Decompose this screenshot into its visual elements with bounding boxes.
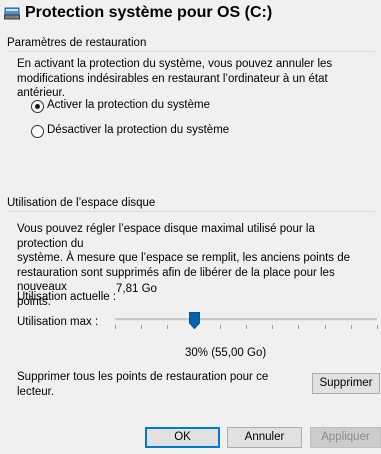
delete-points-text: Supprimer tous les points de restauratio…: [17, 370, 268, 399]
apply-button[interactable]: Appliquer: [310, 427, 381, 448]
disk-usage-divider: [7, 211, 375, 212]
radio-button-selected[interactable]: [31, 100, 44, 113]
delete-button[interactable]: Supprimer: [312, 373, 380, 394]
radio-disable-label[interactable]: Désactiver la protection du système: [47, 124, 229, 136]
slider-tick: [377, 325, 378, 329]
radio-dot: [35, 104, 40, 109]
slider-tick: [351, 325, 352, 329]
max-usage-label: Utilisation max :: [17, 316, 99, 328]
slider-tick: [167, 325, 168, 329]
disk-description-line-2: système. À mesure que l’espace se rempli…: [17, 252, 351, 264]
slider-tick: [325, 325, 326, 329]
slider-tick: [220, 325, 221, 329]
delete-text-line-1: Supprimer tous les points de restauratio…: [17, 371, 269, 383]
slider-thumb[interactable]: [189, 312, 200, 329]
current-usage-value: 7,81 Go: [116, 283, 157, 295]
slider-tick: [298, 325, 299, 329]
radio-button-unselected[interactable]: [31, 125, 44, 138]
ok-button[interactable]: OK: [145, 427, 220, 448]
delete-text-line-2: lecteur.: [17, 385, 55, 398]
title-bar: Protection système pour OS (C:): [0, 0, 381, 27]
cancel-button[interactable]: Annuler: [227, 427, 302, 448]
slider-track[interactable]: [115, 318, 377, 321]
slider-tick: [246, 325, 247, 329]
current-usage-label: Utilisation actuelle :: [17, 291, 117, 303]
restore-description-line-2: modifications indésirables en restaurant…: [17, 72, 328, 100]
restore-description-line-1: En activant la protection du système, vo…: [17, 58, 333, 70]
system-protection-icon: [4, 7, 20, 20]
disk-description-line-1: Vous pouvez régler l’espace disque maxim…: [17, 223, 315, 250]
restore-settings-divider: [7, 51, 375, 52]
restore-settings-group-label: Paramètres de restauration: [7, 37, 147, 49]
slider-tick: [272, 325, 273, 329]
max-usage-value: 30% (55,00 Go): [185, 347, 267, 359]
window-title: Protection système pour OS (C:): [25, 4, 273, 21]
radio-enable-label[interactable]: Activer la protection du système: [47, 99, 210, 111]
disk-usage-group-label: Utilisation de l’espace disque: [7, 197, 156, 209]
restore-settings-description: En activant la protection du système, vo…: [17, 57, 367, 101]
slider-tick: [115, 325, 116, 329]
slider-tick: [141, 325, 142, 329]
